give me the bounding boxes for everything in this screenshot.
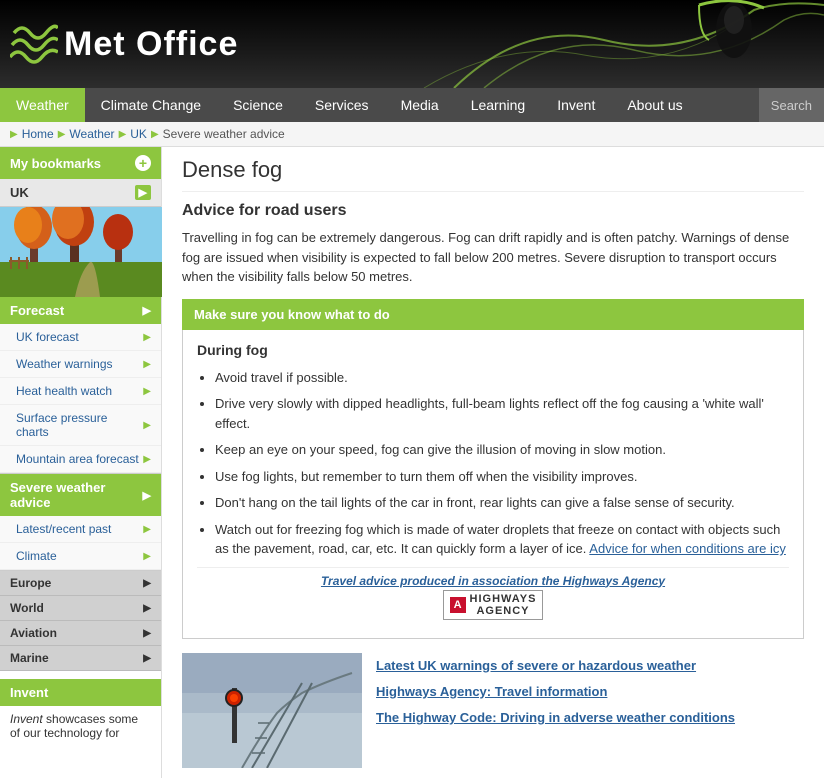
severe-label: Severe weather advice bbox=[10, 480, 143, 510]
sidebar-other-items: Latest/recent past ▶ Climate ▶ bbox=[0, 516, 161, 571]
highways-logo-area: A HIGHWAYSAGENCY bbox=[443, 590, 544, 620]
marine-chevron-icon: ▶ bbox=[143, 653, 151, 664]
fog-link-2[interactable]: Highways Agency: Travel information bbox=[376, 683, 804, 701]
nav-about-us[interactable]: About us bbox=[611, 88, 698, 122]
bookmarks-plus-icon[interactable]: + bbox=[135, 155, 151, 171]
nav-search[interactable]: Search bbox=[759, 88, 824, 122]
sidebar-arrow-icon: ▶ bbox=[143, 359, 151, 370]
sidebar-severe-header[interactable]: Severe weather advice ▶ bbox=[0, 474, 161, 516]
sidebar-arrow-icon: ▶ bbox=[143, 551, 151, 562]
during-fog-title: During fog bbox=[197, 342, 789, 358]
breadcrumb-home[interactable]: Home bbox=[22, 127, 54, 141]
sidebar-europe[interactable]: Europe ▶ bbox=[0, 571, 161, 596]
highways-logo: A HIGHWAYSAGENCY bbox=[443, 590, 544, 620]
world-chevron-icon: ▶ bbox=[143, 603, 151, 614]
list-item: Don't hang on the tail lights of the car… bbox=[215, 493, 789, 513]
sidebar-marine[interactable]: Marine ▶ bbox=[0, 646, 161, 671]
logo-area: Met Office bbox=[0, 13, 238, 76]
fog-links: Latest UK warnings of severe or hazardou… bbox=[376, 653, 804, 768]
fog-link-3[interactable]: The Highway Code: Driving in adverse wea… bbox=[376, 709, 804, 727]
sidebar-arrow-icon: ▶ bbox=[143, 332, 151, 343]
page-title: Dense fog bbox=[182, 157, 804, 192]
breadcrumb-weather[interactable]: Weather bbox=[69, 127, 114, 141]
nav-science[interactable]: Science bbox=[217, 88, 299, 122]
severe-chevron-icon: ▶ bbox=[143, 489, 151, 502]
sidebar: My bookmarks + UK ▶ bbox=[0, 147, 162, 778]
aviation-chevron-icon: ▶ bbox=[143, 628, 151, 639]
sidebar-arrow-icon: ▶ bbox=[143, 420, 151, 431]
sidebar-item-climate[interactable]: Climate ▶ bbox=[0, 543, 161, 570]
main-nav: Weather Climate Change Science Services … bbox=[0, 88, 824, 122]
sidebar-arrow-icon: ▶ bbox=[143, 524, 151, 535]
list-item: Use fog lights, but remember to turn the… bbox=[215, 467, 789, 487]
uk-label: UK bbox=[10, 185, 29, 200]
sidebar-invent-header[interactable]: Invent bbox=[0, 679, 161, 706]
breadcrumb-arrow: ▶ bbox=[10, 129, 18, 140]
fog-road-image bbox=[182, 653, 362, 768]
nav-weather[interactable]: Weather bbox=[0, 88, 85, 122]
section-title: Advice for road users bbox=[182, 202, 804, 220]
sidebar-forecast-items: UK forecast ▶ Weather warnings ▶ Heat he… bbox=[0, 324, 161, 474]
nav-media[interactable]: Media bbox=[385, 88, 455, 122]
sidebar-world[interactable]: World ▶ bbox=[0, 596, 161, 621]
fog-tips-list: Avoid travel if possible. Drive very slo… bbox=[197, 368, 789, 559]
bottom-content: Latest UK warnings of severe or hazardou… bbox=[182, 653, 804, 768]
sidebar-forecast-header[interactable]: Forecast ▶ bbox=[0, 297, 161, 324]
intro-text: Travelling in fog can be extremely dange… bbox=[182, 228, 804, 287]
breadcrumb-current: Severe weather advice bbox=[163, 127, 285, 141]
sidebar-arrow-icon: ▶ bbox=[143, 386, 151, 397]
sidebar-uk-image bbox=[0, 207, 162, 297]
breadcrumb-uk[interactable]: UK bbox=[130, 127, 147, 141]
nav-learning[interactable]: Learning bbox=[455, 88, 542, 122]
sidebar-invent-text: Invent showcases some of our technology … bbox=[10, 712, 138, 740]
sidebar-invent-section: Invent Invent showcases some of our tech… bbox=[0, 671, 161, 748]
list-item: Watch out for freezing fog which is made… bbox=[215, 520, 789, 559]
sidebar-arrow-icon: ▶ bbox=[143, 454, 151, 465]
during-fog-box: During fog Avoid travel if possible. Dri… bbox=[182, 330, 804, 639]
sidebar-item-surface-pressure[interactable]: Surface pressure charts ▶ bbox=[0, 405, 161, 446]
forecast-label: Forecast bbox=[10, 303, 64, 318]
header: Met Office bbox=[0, 0, 824, 88]
uk-chevron-icon: ▶ bbox=[135, 185, 151, 200]
layout: My bookmarks + UK ▶ bbox=[0, 147, 824, 778]
sidebar-uk-header[interactable]: UK ▶ bbox=[0, 179, 161, 207]
sidebar-aviation[interactable]: Aviation ▶ bbox=[0, 621, 161, 646]
highways-credit: Travel advice produced in association th… bbox=[197, 567, 789, 626]
bookmarks-label: My bookmarks bbox=[10, 156, 101, 171]
list-item: Keep an eye on your speed, fog can give … bbox=[215, 440, 789, 460]
sidebar-item-uk-forecast[interactable]: UK forecast ▶ bbox=[0, 324, 161, 351]
list-item: Avoid travel if possible. bbox=[215, 368, 789, 388]
icy-link[interactable]: Advice for when conditions are icy bbox=[589, 541, 786, 556]
nav-climate-change[interactable]: Climate Change bbox=[85, 88, 217, 122]
logo-text: Met Office bbox=[64, 25, 238, 64]
green-banner: Make sure you know what to do bbox=[182, 299, 804, 330]
sidebar-item-mountain-forecast[interactable]: Mountain area forecast ▶ bbox=[0, 446, 161, 473]
sidebar-bookmarks[interactable]: My bookmarks + bbox=[0, 147, 161, 179]
forecast-chevron-icon: ▶ bbox=[143, 304, 151, 317]
sidebar-item-latest[interactable]: Latest/recent past ▶ bbox=[0, 516, 161, 543]
header-decoration bbox=[404, 0, 824, 88]
breadcrumb: ▶ Home ▶ Weather ▶ UK ▶ Severe weather a… bbox=[0, 122, 824, 147]
nav-invent[interactable]: Invent bbox=[541, 88, 611, 122]
highways-credit-link[interactable]: Travel advice produced in association th… bbox=[321, 574, 665, 588]
list-item: Drive very slowly with dipped headlights… bbox=[215, 394, 789, 433]
europe-chevron-icon: ▶ bbox=[143, 578, 151, 589]
ha-logo-text: HIGHWAYSAGENCY bbox=[470, 593, 537, 617]
sidebar-item-weather-warnings[interactable]: Weather warnings ▶ bbox=[0, 351, 161, 378]
nav-services[interactable]: Services bbox=[299, 88, 385, 122]
sidebar-item-heat-health[interactable]: Heat health watch ▶ bbox=[0, 378, 161, 405]
fog-link-1[interactable]: Latest UK warnings of severe or hazardou… bbox=[376, 657, 804, 675]
main-content: Dense fog Advice for road users Travelli… bbox=[162, 147, 824, 778]
ha-logo-red: A bbox=[450, 597, 466, 613]
logo-waves bbox=[10, 13, 58, 76]
